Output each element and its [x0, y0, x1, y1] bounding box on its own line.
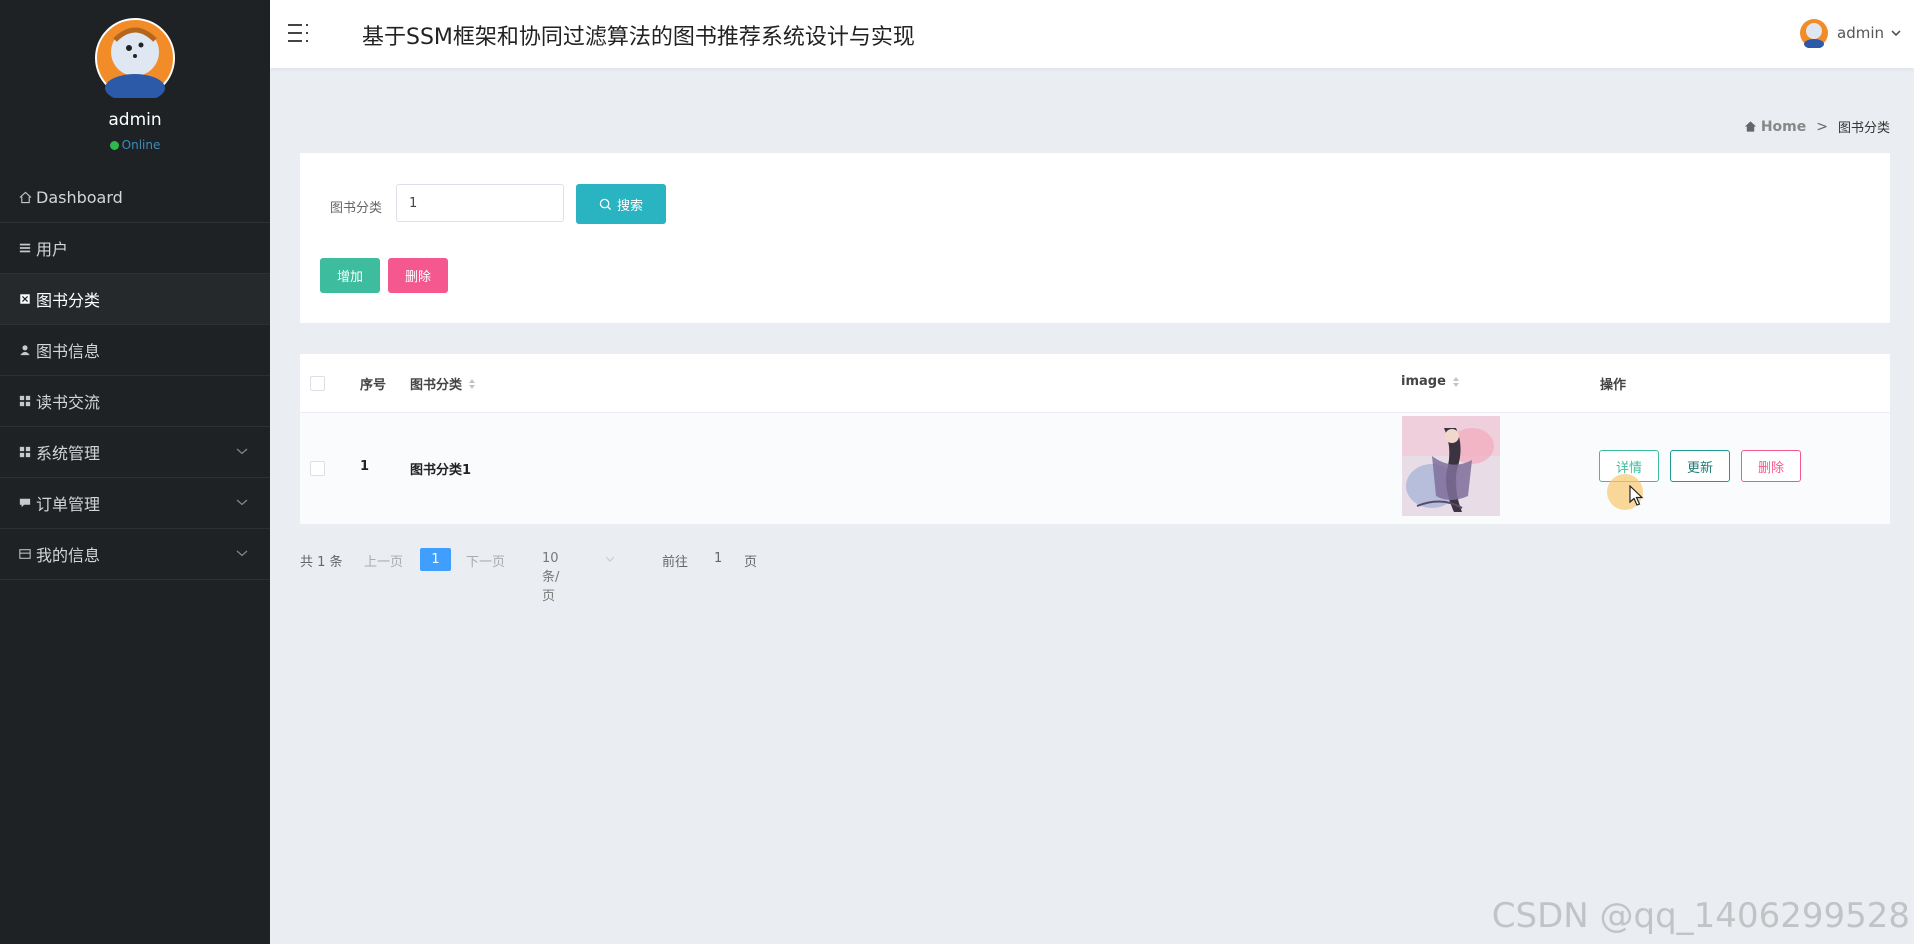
- search-input[interactable]: [396, 184, 564, 222]
- header-user-menu[interactable]: admin: [1799, 18, 1902, 48]
- chevron-down-icon: [1891, 30, 1901, 37]
- sidebar-item-label: 系统管理: [36, 444, 101, 463]
- column-header-actions: 操作: [1600, 374, 1626, 393]
- home-icon: [18, 190, 32, 204]
- grid-icon: [18, 445, 32, 459]
- row-checkbox[interactable]: [310, 461, 325, 476]
- sort-icon[interactable]: [468, 377, 476, 391]
- mouse-cursor-icon: [1629, 485, 1644, 506]
- breadcrumb-current: 图书分类: [1837, 121, 1890, 136]
- add-button[interactable]: 增加: [320, 258, 380, 293]
- header-user-name: admin: [1837, 24, 1884, 42]
- page-size-select[interactable]: 10条/页: [542, 551, 559, 604]
- breadcrumb-separator: >: [1816, 118, 1828, 135]
- person-icon: [18, 343, 32, 357]
- home-icon: [1744, 121, 1756, 132]
- grid-icon: [18, 394, 32, 408]
- column-header-label: image: [1401, 374, 1446, 389]
- card-icon: [18, 547, 32, 561]
- table-header: 序号 图书分类 image 操作: [300, 354, 1890, 413]
- row-index: 1: [360, 459, 370, 474]
- breadcrumb: Home > 图书分类: [1744, 117, 1890, 136]
- avatar: [1800, 19, 1828, 48]
- sidebar-menu: Dashboard 用户 图书分类 图书信息 读书交流 系统管理 订单管理 我的…: [0, 172, 270, 580]
- comment-icon: [18, 496, 32, 510]
- sidebar: admin Online Dashboard 用户 图书分类 图书信息 读书交流…: [0, 0, 270, 944]
- menu-toggle-icon[interactable]: [288, 22, 312, 44]
- sidebar-item-label: 图书分类: [36, 291, 101, 310]
- pagination-next[interactable]: 下一页: [466, 551, 505, 570]
- avatar[interactable]: [95, 18, 175, 98]
- chevron-down-icon: [236, 499, 248, 506]
- page-title: 基于SSM框架和协同过滤算法的图书推荐系统设计与实现: [362, 25, 915, 50]
- sidebar-item-system-management[interactable]: 系统管理: [0, 427, 270, 478]
- sidebar-item-book-info[interactable]: 图书信息: [0, 325, 270, 376]
- sort-icon[interactable]: [1452, 375, 1460, 389]
- list-icon: [18, 241, 32, 255]
- sidebar-item-label: 读书交流: [36, 393, 101, 412]
- data-table: 序号 图书分类 image 操作 1 图书分类1 详情 更新 删除: [300, 354, 1890, 524]
- batch-delete-button[interactable]: 删除: [388, 258, 448, 293]
- search-button[interactable]: 搜索: [576, 184, 666, 224]
- search-button-label: 搜索: [616, 198, 643, 214]
- column-header-index: 序号: [360, 374, 386, 393]
- sidebar-item-label: 用户: [36, 240, 69, 259]
- sidebar-item-book-category[interactable]: 图书分类: [0, 274, 270, 325]
- pagination-goto-input[interactable]: 1: [714, 551, 722, 566]
- search-panel: 图书分类 搜索 增加 删除: [300, 153, 1890, 323]
- sidebar-item-label: 我的信息: [36, 546, 101, 565]
- column-header-label: 图书分类: [410, 378, 463, 393]
- update-button[interactable]: 更新: [1670, 450, 1730, 482]
- column-header-label: 序号: [360, 378, 387, 393]
- select-all-checkbox[interactable]: [310, 376, 325, 391]
- search-label: 图书分类: [330, 201, 383, 216]
- pagination-goto-label: 前往: [662, 555, 689, 570]
- sidebar-item-dashboard[interactable]: Dashboard: [0, 172, 270, 223]
- search-icon: [599, 198, 612, 210]
- column-header-category[interactable]: 图书分类: [410, 374, 476, 393]
- sidebar-item-my-info[interactable]: 我的信息: [0, 529, 270, 580]
- sidebar-item-label: 图书信息: [36, 342, 101, 361]
- book-icon: [18, 292, 32, 306]
- pagination-total: 共 1 条: [300, 555, 343, 570]
- sidebar-item-label: Dashboard: [36, 187, 123, 207]
- row-category: 图书分类1: [410, 463, 472, 478]
- chevron-down-icon: [236, 550, 248, 557]
- status-dot-icon: [109, 141, 119, 150]
- user-status: Online: [0, 138, 270, 152]
- avatar-image: [95, 18, 175, 98]
- status-label: Online: [121, 138, 161, 152]
- column-header-image[interactable]: image: [1401, 374, 1460, 389]
- chevron-down-icon: [236, 448, 248, 455]
- pagination-page-current[interactable]: 1: [420, 548, 451, 571]
- pagination-goto-suffix: 页: [744, 555, 758, 570]
- delete-button[interactable]: 删除: [1741, 450, 1801, 482]
- user-name: admin: [108, 110, 162, 130]
- top-header: 基于SSM框架和协同过滤算法的图书推荐系统设计与实现 admin: [270, 0, 1914, 68]
- sidebar-item-label: 订单管理: [36, 495, 101, 514]
- pagination-prev[interactable]: 上一页: [364, 551, 403, 570]
- chevron-down-icon: [605, 556, 615, 562]
- watermark: CSDN @qq_1406299528: [1491, 896, 1910, 936]
- sidebar-item-users[interactable]: 用户: [0, 223, 270, 274]
- breadcrumb-home[interactable]: Home: [1761, 119, 1806, 135]
- sidebar-item-reading-exchange[interactable]: 读书交流: [0, 376, 270, 427]
- sidebar-item-order-management[interactable]: 订单管理: [0, 478, 270, 529]
- book-cover-image: [1402, 416, 1500, 516]
- table-row: 1 图书分类1 详情 更新 删除: [300, 413, 1890, 524]
- column-header-label: 操作: [1600, 378, 1627, 393]
